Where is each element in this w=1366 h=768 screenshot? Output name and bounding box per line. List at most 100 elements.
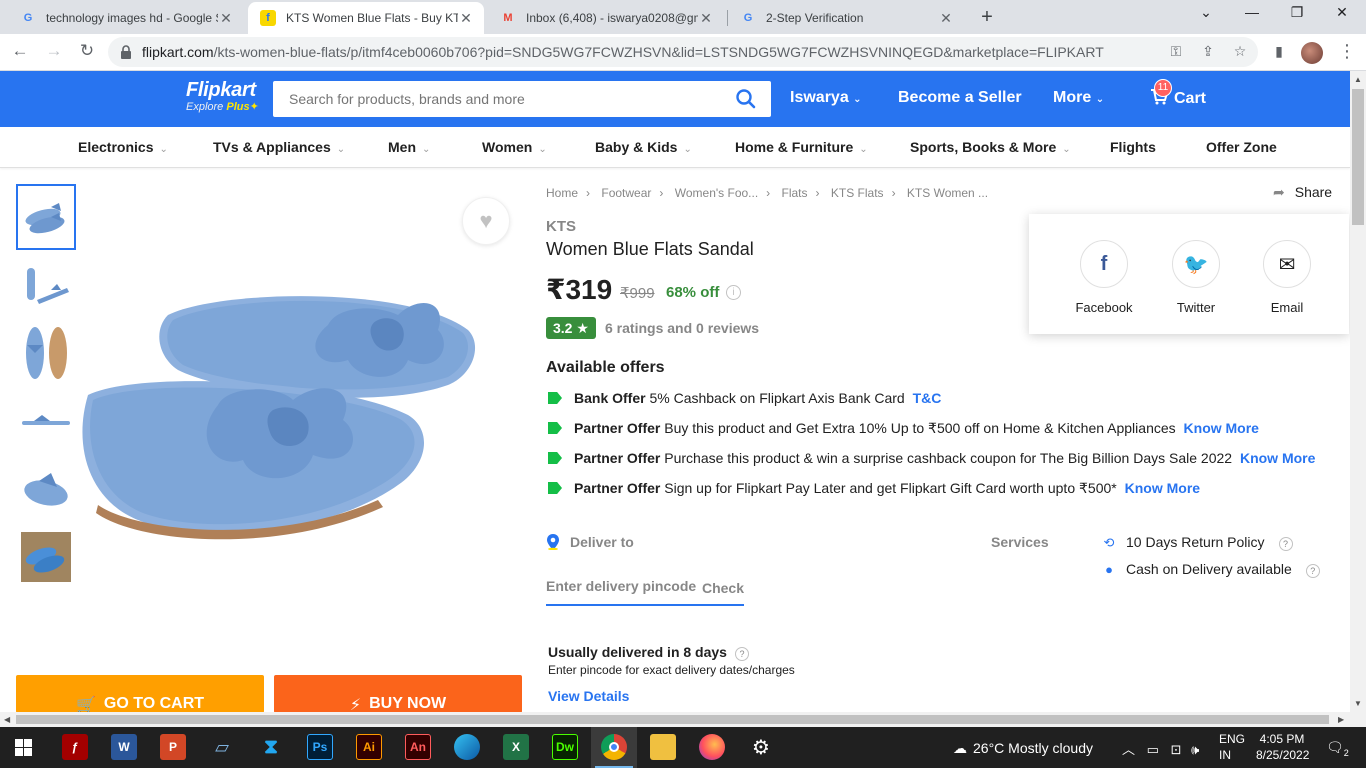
category-men[interactable]: Men ⌄ [388, 139, 430, 155]
share-email[interactable]: ✉ Email [1247, 240, 1327, 315]
chrome-app-icon[interactable] [601, 734, 627, 760]
minimize-button[interactable]: — [1232, 4, 1272, 20]
vertical-scrollbar[interactable]: ▲ ▼ [1350, 71, 1366, 712]
category-offer-zone[interactable]: Offer Zone [1206, 139, 1277, 155]
share-facebook[interactable]: f Facebook [1064, 240, 1144, 315]
help-icon[interactable]: ? [1305, 564, 1320, 578]
search-icon[interactable] [735, 88, 757, 110]
product-thumbnail[interactable] [16, 320, 76, 386]
file-explorer-icon[interactable] [650, 734, 676, 760]
illustrator-app-icon[interactable]: Ai [356, 734, 382, 760]
address-bar[interactable]: flipkart.com/kts-women-blue-flats/p/itmf… [108, 37, 1258, 67]
horizontal-scrollbar[interactable]: ◀ ▶ [0, 712, 1366, 727]
reload-icon[interactable]: ↻ [75, 41, 99, 61]
breadcrumb-home[interactable]: Home [546, 186, 578, 200]
notes-app-icon[interactable]: ▱ [209, 734, 235, 760]
chevron-up-icon[interactable]: ︿ [1122, 742, 1135, 757]
share-twitter[interactable]: 🐦 Twitter [1156, 240, 1236, 315]
product-thumbnail[interactable] [16, 388, 76, 454]
category-sports-books[interactable]: Sports, Books & More ⌄ [910, 139, 1071, 155]
product-thumbnail[interactable] [16, 184, 76, 250]
notification-center-icon[interactable]: 🗨2 [1326, 739, 1349, 758]
tab-search-chevron-icon[interactable]: ⌄ [1186, 4, 1226, 21]
more-menu[interactable]: More ⌄ [1053, 89, 1104, 107]
account-menu[interactable]: Iswarya ⌄ [790, 89, 862, 107]
ratings-count[interactable]: 6 ratings and 0 reviews [605, 320, 759, 336]
browser-tab-google-search[interactable]: G technology images hd - Google S ✕ [8, 2, 244, 34]
language-indicator[interactable]: ENG IN [1219, 732, 1245, 762]
close-icon[interactable]: ✕ [698, 10, 714, 27]
network-icon[interactable]: ⊡ [1171, 742, 1182, 757]
share-page-icon[interactable]: ⇪ [1199, 43, 1217, 60]
breadcrumb-kts-flats[interactable]: KTS Flats [831, 186, 884, 200]
scroll-down-icon[interactable]: ▼ [1354, 699, 1362, 708]
system-tray-icons[interactable]: ︿ ▭ ⊡ 🕪 [1122, 739, 1199, 758]
dreamweaver-app-icon[interactable]: Dw [552, 734, 578, 760]
weather-widget[interactable]: ☁ 26°C Mostly cloudy [953, 740, 1093, 757]
offer-link[interactable]: Know More [1184, 420, 1259, 436]
breadcrumb-footwear[interactable]: Footwear [601, 186, 651, 200]
clock[interactable]: 4:05 PM 8/25/2022 [1256, 732, 1309, 762]
offer-link[interactable]: Know More [1240, 450, 1315, 466]
category-women[interactable]: Women ⌄ [482, 139, 547, 155]
go-to-cart-button[interactable]: 🛒 GO TO CART [16, 675, 264, 714]
become-seller-link[interactable]: Become a Seller [898, 89, 1022, 107]
browser-tab-flipkart[interactable]: f KTS Women Blue Flats - Buy KTS ✕ [248, 2, 484, 34]
maximize-button[interactable]: ❐ [1277, 4, 1317, 21]
search-input[interactable] [289, 91, 709, 107]
browser-tab-gmail[interactable]: M Inbox (6,408) - iswarya0208@gm ✕ [488, 2, 724, 34]
forward-icon[interactable]: → [42, 41, 66, 61]
offer-link[interactable]: T&C [913, 390, 942, 406]
product-thumbnail[interactable] [16, 456, 76, 522]
volume-icon[interactable]: 🕪 [1191, 742, 1199, 757]
powerpoint-app-icon[interactable]: P [160, 734, 186, 760]
close-icon[interactable]: ✕ [458, 10, 474, 27]
category-baby-kids[interactable]: Baby & Kids ⌄ [595, 139, 692, 155]
flipkart-logo[interactable]: Flipkart Explore Plus✦ [186, 79, 259, 113]
scrollbar-thumb[interactable] [16, 715, 1329, 724]
windows-start-icon[interactable] [15, 739, 32, 756]
scroll-up-icon[interactable]: ▲ [1354, 75, 1362, 84]
photoshop-app-icon[interactable]: Ps [307, 734, 333, 760]
firefox-app-icon[interactable] [699, 734, 725, 760]
category-home-furniture[interactable]: Home & Furniture ⌄ [735, 139, 868, 155]
offer-link[interactable]: Know More [1125, 480, 1200, 496]
word-app-icon[interactable]: W [111, 734, 137, 760]
help-icon[interactable]: ? [1278, 537, 1293, 551]
share-button[interactable]: ➦ Share [1273, 184, 1332, 201]
animate-app-icon[interactable]: An [405, 734, 431, 760]
bookmark-star-icon[interactable]: ☆ [1231, 43, 1249, 60]
scrollbar-thumb[interactable] [1352, 89, 1364, 225]
settings-gear-icon[interactable]: ⚙ [748, 734, 774, 760]
view-details-link[interactable]: View Details [548, 688, 629, 704]
breadcrumb-flats[interactable]: Flats [782, 186, 808, 200]
close-window-button[interactable]: ✕ [1322, 4, 1362, 21]
breadcrumb-womens-footwear[interactable]: Women's Foo... [675, 186, 758, 200]
product-thumbnail[interactable] [16, 252, 76, 318]
price-info-icon[interactable]: i [726, 285, 741, 300]
key-icon[interactable]: ⚿ [1167, 43, 1185, 60]
browser-menu-icon[interactable]: ⋮ [1338, 41, 1356, 62]
edge-app-icon[interactable] [454, 734, 480, 760]
rating-badge[interactable]: 3.2 ★ [546, 317, 596, 339]
close-icon[interactable]: ✕ [218, 10, 234, 27]
profile-avatar[interactable] [1301, 42, 1323, 64]
vscode-app-icon[interactable]: ⧗ [258, 734, 284, 760]
buy-now-button[interactable]: ⚡ BUY NOW [274, 675, 522, 714]
scroll-left-icon[interactable]: ◀ [4, 715, 10, 724]
category-flights[interactable]: Flights [1110, 139, 1156, 155]
excel-app-icon[interactable]: X [503, 734, 529, 760]
wishlist-heart-icon[interactable]: ♥ [462, 197, 510, 245]
battery-icon[interactable]: ▭ [1147, 742, 1159, 757]
pincode-field[interactable]: Enter delivery pincode Check [546, 578, 744, 606]
check-pincode-button[interactable]: Check [702, 580, 744, 596]
browser-tab-2step[interactable]: G 2-Step Verification ✕ [728, 2, 964, 34]
product-thumbnail[interactable] [16, 524, 76, 590]
close-icon[interactable]: ✕ [938, 10, 954, 27]
new-tab-button[interactable]: + [976, 6, 998, 29]
back-icon[interactable]: ← [8, 41, 32, 61]
help-icon[interactable]: ? [734, 647, 749, 661]
category-electronics[interactable]: Electronics ⌄ [78, 139, 168, 155]
side-panel-icon[interactable]: ▮ [1270, 43, 1288, 60]
category-tvs-appliances[interactable]: TVs & Appliances ⌄ [213, 139, 345, 155]
